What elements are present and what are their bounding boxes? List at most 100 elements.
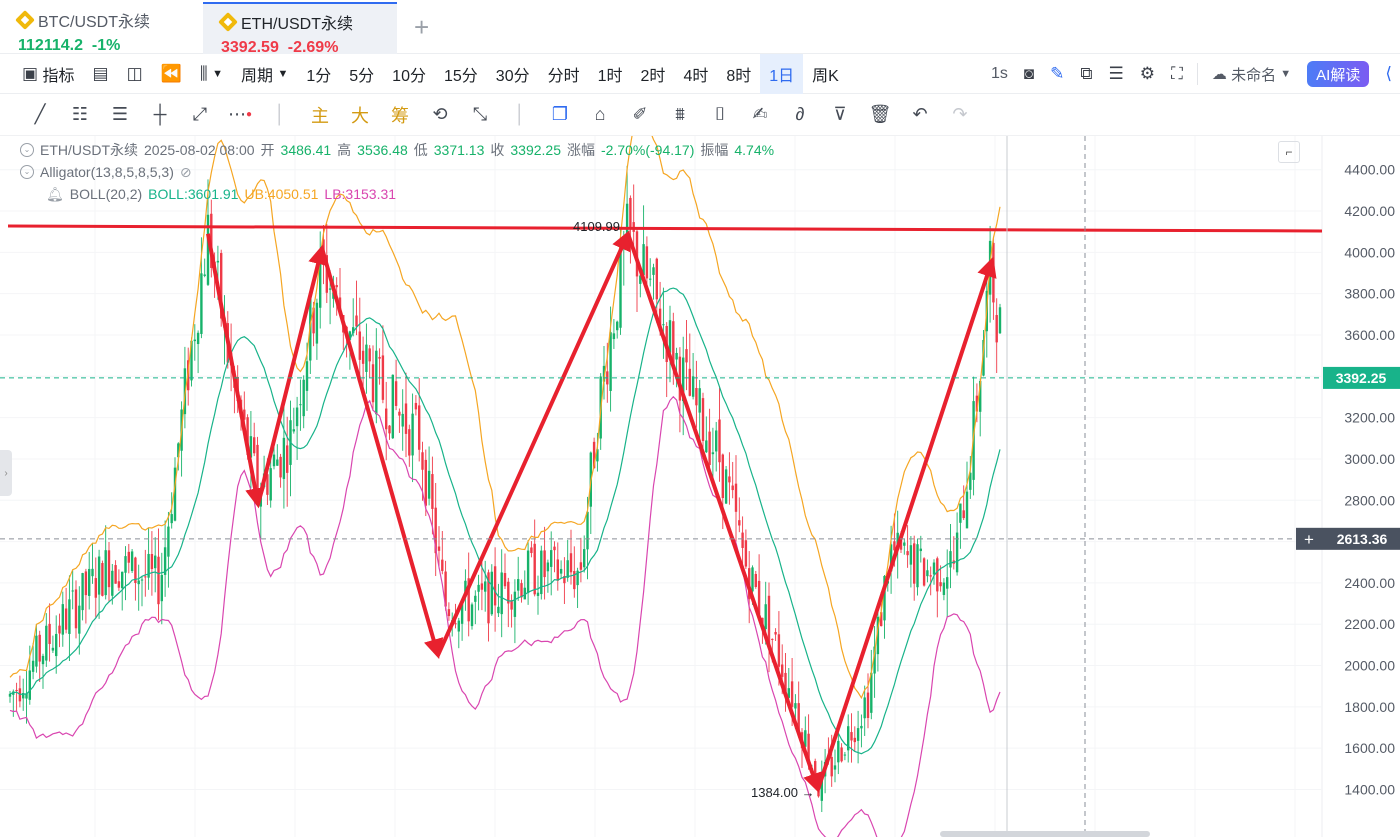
candle-body <box>8 693 12 697</box>
interval-5m[interactable]: 5分 <box>340 54 383 94</box>
eye-off-icon[interactable]: ⊘ <box>180 161 192 183</box>
price-tick: 3200.00 <box>1344 410 1395 426</box>
interval-1d[interactable]: 1日 <box>760 53 804 94</box>
tab-eth-usdt[interactable]: ETH/USDT永续 3392.59 -2.69% <box>203 2 397 56</box>
collapse-icon[interactable]: ⌄ <box>20 143 34 157</box>
candle-body <box>711 452 715 455</box>
price-chart[interactable]: 4400.004200.004000.003800.003600.003400.… <box>0 136 1400 837</box>
candle-body <box>365 344 368 372</box>
side-panel-handle[interactable]: › <box>0 450 12 496</box>
interval-2h[interactable]: 2时 <box>632 54 675 94</box>
ai-analysis-button[interactable]: AI解读 <box>1307 61 1370 87</box>
interval-1m[interactable]: 1分 <box>297 54 340 94</box>
trend-arrow <box>206 233 265 509</box>
candle-body <box>866 692 870 718</box>
time-scrollbar[interactable] <box>940 831 1150 837</box>
replay-button[interactable]: ⏪ <box>152 54 191 94</box>
candle-body <box>959 503 962 523</box>
channel-tool-icon[interactable]: ☰ <box>100 94 140 136</box>
share-button[interactable]: ⟨ <box>1377 54 1400 94</box>
interval-10m[interactable]: 10分 <box>383 54 435 94</box>
interval-1w[interactable]: 周K <box>803 54 848 94</box>
layout-button[interactable]: ◫ <box>118 54 152 94</box>
copy-tool-icon[interactable]: ❐ <box>540 94 580 136</box>
redo-icon[interactable]: ↷ <box>940 94 980 136</box>
candle-body <box>556 559 559 581</box>
interval-8h[interactable]: 8时 <box>717 54 760 94</box>
big-order-button[interactable]: 大 <box>340 94 380 136</box>
chart-canvas[interactable]: 4400.004200.004000.003800.003600.003400.… <box>0 136 1400 837</box>
settings-button[interactable]: ⚙ <box>1132 54 1163 94</box>
candle-body <box>830 756 833 777</box>
period-dropdown[interactable]: 周期 ▼ <box>232 54 297 94</box>
high-label: 高 <box>337 142 352 158</box>
calendar-button[interactable]: ▤ <box>84 54 118 94</box>
horizontal-line-tool-icon[interactable]: ┼ <box>140 94 180 136</box>
measure-tool-icon[interactable]: ⤡ <box>460 94 500 136</box>
candle-body <box>111 570 114 596</box>
candle-body <box>794 703 797 709</box>
list-button[interactable]: ☰ <box>1101 54 1132 94</box>
indicators-button[interactable]: ▣ 指标 <box>0 54 84 94</box>
candle-body <box>526 550 530 594</box>
candle-body <box>649 278 652 280</box>
low-value: 3371.13 <box>433 142 485 158</box>
candle-body <box>394 381 398 406</box>
bell-icon[interactable]: 🔔︎ <box>46 183 64 205</box>
pattern-tool-icon[interactable]: ⩩ <box>660 94 700 136</box>
ray-tool-icon[interactable]: ⤢ <box>180 94 220 136</box>
interval-timeshare[interactable]: 分时 <box>539 54 589 94</box>
screenshot-button[interactable]: ◙ <box>1016 54 1042 94</box>
trash-icon[interactable]: 🗑 <box>860 94 900 136</box>
fullscreen-button[interactable]: ⛶ <box>1163 54 1191 94</box>
more-tools-icon[interactable]: ⋯ ● <box>220 94 260 136</box>
camera-icon: ◙ <box>1023 64 1035 83</box>
tab-btc-usdt[interactable]: BTC/USDT永续 112114.2 -1% <box>0 2 200 54</box>
popout-button[interactable]: ⧉ <box>1072 54 1100 94</box>
collapse-icon[interactable]: ⌄ <box>20 165 34 179</box>
undo-icon[interactable]: ↶ <box>900 94 940 136</box>
ruler-tool-icon[interactable]: ⌂ <box>580 94 620 136</box>
interval-15m[interactable]: 15分 <box>435 54 487 94</box>
candle-body <box>28 670 31 700</box>
candle-body <box>71 590 74 592</box>
main-force-button[interactable]: 主 <box>300 94 340 136</box>
candle-body <box>497 606 500 614</box>
parallel-lines-tool-icon[interactable]: ☷ <box>60 94 100 136</box>
candle-body <box>61 604 64 635</box>
candle-body <box>550 550 553 567</box>
candle-body <box>688 368 691 396</box>
note-tool-icon[interactable]: ✍ <box>740 94 780 136</box>
candle-body <box>685 349 688 363</box>
candle-body <box>78 605 81 634</box>
boll-lb: LB:3153.31 <box>324 186 397 202</box>
indicators-label: 指标 <box>42 67 75 85</box>
candle-body <box>843 754 847 756</box>
lock-tool-icon[interactable]: ⌷ <box>700 94 740 136</box>
price-tick: 4400.00 <box>1344 162 1395 178</box>
refresh-rate[interactable]: 1s <box>983 54 1016 94</box>
brush-tool-icon[interactable]: ✐ <box>620 94 660 136</box>
interval-4h[interactable]: 4时 <box>674 54 717 94</box>
interval-1h[interactable]: 1时 <box>589 54 632 94</box>
collapse-legend-icon[interactable]: ⌐ <box>1278 141 1300 163</box>
draw-button[interactable]: ✎ <box>1042 54 1072 94</box>
candle-body <box>253 437 256 454</box>
candle-body <box>74 589 78 629</box>
chart-type-button[interactable]: ⫼ ▼ <box>191 54 232 94</box>
candle-body <box>368 348 371 362</box>
sync-tool-icon[interactable]: ⟲ <box>420 94 460 136</box>
change-label: 涨幅 <box>566 142 595 158</box>
filter-tool-icon[interactable]: ⊽ <box>820 94 860 136</box>
chart-toolbar: ▣ 指标 ▤ ◫ ⏪ ⫼ ▼ 周期 ▼ 1分 5分 10分 15分 30分 分时… <box>0 53 1400 94</box>
chips-button[interactable]: 筹 <box>380 94 420 136</box>
price-tick: 4000.00 <box>1344 244 1395 260</box>
magnet-tool-icon[interactable]: ∂ <box>780 94 820 136</box>
candle-body <box>546 562 550 572</box>
candle-body <box>375 350 378 415</box>
layout-name-dropdown[interactable]: ☁ 未命名 ▼ <box>1204 54 1299 94</box>
interval-30m[interactable]: 30分 <box>487 54 539 94</box>
add-tab-icon[interactable]: + <box>414 12 429 43</box>
trendline-tool-icon[interactable]: ╱ <box>20 94 60 136</box>
candle-body <box>708 431 711 466</box>
